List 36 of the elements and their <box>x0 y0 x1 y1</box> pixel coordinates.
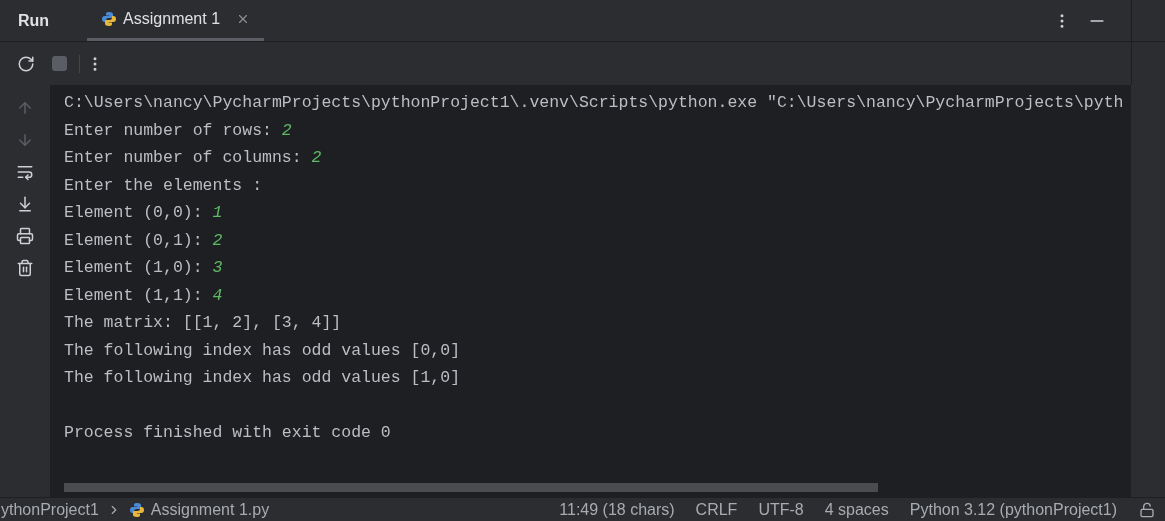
output-text: Element (1,0): <box>64 258 204 277</box>
status-item[interactable]: 11:49 (18 chars) <box>559 497 675 521</box>
rerun-icon[interactable] <box>17 54 35 73</box>
unlock-icon[interactable] <box>1139 501 1155 518</box>
output-text: The matrix: [[1, 2], [3, 4]] <box>64 313 342 332</box>
status-item[interactable]: UTF-8 <box>758 497 804 521</box>
breadcrumb-item[interactable]: ythonProject1 <box>1 497 99 521</box>
printer-icon[interactable] <box>16 227 34 245</box>
input-text: 3 <box>212 258 223 277</box>
output-text: C:\Users\nancy\PycharmProjects\pythonProject1\.venv\Scripts\python.exe "C:\Users\nancy\PycharmProjects\pyth <box>64 93 1124 112</box>
input-text: 4 <box>212 285 223 305</box>
output-text: Element (0,0): <box>64 203 204 222</box>
status-item[interactable]: 4 spaces <box>824 497 889 521</box>
python-icon <box>101 11 118 27</box>
input-text: 2 <box>311 148 322 167</box>
panel-title: Run <box>18 10 50 31</box>
python-icon <box>128 501 145 518</box>
trash-icon[interactable] <box>16 259 34 277</box>
output-text: Enter the elements : <box>64 175 263 195</box>
breadcrumb-item[interactable]: Assignment 1.py <box>150 497 270 521</box>
output-text: Enter number of columns: <box>64 148 303 167</box>
output-text: Process finished with exit code 0 <box>64 423 391 442</box>
input-text: 2 <box>212 230 223 250</box>
output-text: Enter number of rows: <box>64 120 273 140</box>
output-text: Element (0,1): <box>64 230 204 250</box>
output-text: Element (1,1): <box>64 285 204 305</box>
status-item[interactable]: Python 3.12 (pythonProject1) <box>909 497 1117 521</box>
input-text: 1 <box>212 203 223 222</box>
soft-wrap-icon[interactable] <box>16 163 34 181</box>
output-text: The following index has odd values [1,0] <box>64 368 461 387</box>
run-tab[interactable]: Assignment 1 <box>87 0 265 41</box>
scroll-to-end-icon[interactable] <box>16 195 34 213</box>
output-text: The following index has odd values [0,0] <box>64 340 461 360</box>
horizontal-scrollbar[interactable] <box>64 483 878 492</box>
input-text: 2 <box>281 120 292 140</box>
status-item[interactable]: CRLF <box>695 497 738 521</box>
